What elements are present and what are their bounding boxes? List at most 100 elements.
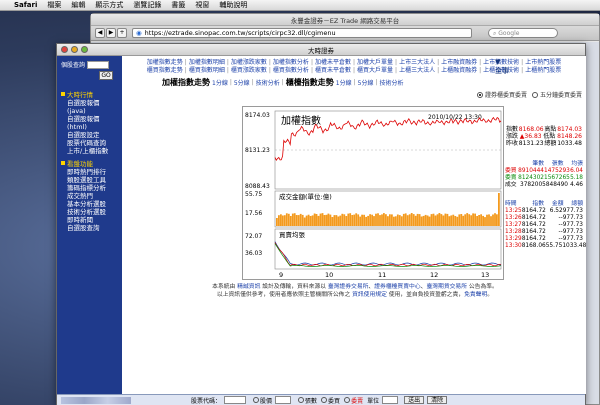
menu-view[interactable]: 顯示方式 <box>95 0 123 10</box>
otc-link[interactable]: 櫃買未平倉數 <box>315 67 351 75</box>
tick-row: 13:25 8164.72 6.52 977.73 <box>504 208 584 215</box>
tick-cell: 55.75 <box>545 243 563 249</box>
twse-link[interactable]: 上市三大法人 <box>399 59 435 67</box>
col-header: 張數 <box>551 161 564 167</box>
twse-link[interactable]: 上市熱門股票 <box>525 59 561 67</box>
unit-input[interactable] <box>382 396 399 404</box>
otc-link[interactable]: 櫃買指數分析 <box>273 67 309 75</box>
add-bookmark-button[interactable]: + <box>117 28 127 38</box>
sidebar-item[interactable]: 即時新聞 <box>61 216 118 224</box>
zoom-button[interactable] <box>81 46 88 53</box>
menu-history[interactable]: 瀏覽記錄 <box>133 0 161 10</box>
twse-link[interactable]: 加權指數分析 <box>273 59 309 67</box>
otc-link[interactable]: 上櫃熱門股票 <box>525 67 561 75</box>
clear-button[interactable]: 清除 <box>427 396 448 404</box>
twse-link[interactable]: 加權指數明細 <box>189 59 225 67</box>
menu-file[interactable]: 檔案 <box>47 0 61 10</box>
volume-bar <box>393 216 395 226</box>
unit-label: 單位 <box>367 397 380 405</box>
volume-bar <box>301 214 304 226</box>
sidebar-item[interactable]: 上市/上櫃指數 <box>61 147 118 155</box>
sidebar-item[interactable]: 自選股設定 <box>61 131 118 139</box>
col-header: 指數 <box>532 201 544 207</box>
radio-option-2[interactable]: 五分鐘委買委賣 <box>531 90 582 99</box>
quote-search-row: 個股查詢 <box>61 60 118 69</box>
taiex-1min-link[interactable]: 1分線 <box>212 78 228 87</box>
popup-titlebar: 大時證券 <box>57 44 585 56</box>
twse-link[interactable]: 加權未平倉數 <box>315 59 351 67</box>
search-input[interactable]: ⌕ Google <box>488 28 558 38</box>
twse-link[interactable]: 加權漲跌家數 <box>231 59 267 67</box>
volume-bar <box>458 214 461 226</box>
provider-link[interactable]: 精誠資訊 <box>237 284 260 290</box>
link-separator: | <box>521 59 524 66</box>
sidebar-item[interactable]: 類股選股工具 <box>61 176 118 184</box>
sidebar-item[interactable]: 籌碼指標分析 <box>61 184 118 192</box>
taiex-tech-link[interactable]: 技術分析 <box>256 78 280 87</box>
sidebar-item[interactable]: 股票代碼查詢 <box>61 139 118 147</box>
back-button[interactable]: ◀ <box>95 28 105 38</box>
volume-bar <box>422 215 425 226</box>
row-label: 委賣 <box>505 175 517 181</box>
otc-5min-link[interactable]: 5分線 <box>358 78 374 87</box>
volume-bar <box>285 213 288 226</box>
sidebar-item[interactable]: 自選股查詢 <box>61 224 118 232</box>
otc-link[interactable]: 櫃買漲跌家數 <box>231 67 267 75</box>
link-separator: | <box>353 79 356 86</box>
note-line-1: 本系統由 精誠資訊 設計及傳輸，資料來源以 臺灣證券交易所、證券櫃檯買賣中心、臺… <box>130 283 580 291</box>
volume-bar <box>369 214 371 226</box>
radio-price-icon[interactable] <box>253 397 260 403</box>
quote-search-input[interactable] <box>87 60 110 69</box>
sidebar-item[interactable]: 自選股報價(html) <box>61 115 118 131</box>
volume-bar <box>462 215 465 226</box>
close-button[interactable] <box>61 46 68 53</box>
twse-link[interactable]: 加權指數走勢 <box>147 59 183 67</box>
otc-link[interactable]: 上櫃融資融券 <box>441 67 477 75</box>
sidebar-item[interactable]: 自選股報價(java) <box>61 99 118 115</box>
otc-link[interactable]: 櫃買指數明細 <box>189 67 225 75</box>
taiex-trend-title[interactable]: 加權指數走勢 <box>162 77 210 88</box>
menu-app-name[interactable]: Safari <box>14 1 37 9</box>
menu-help[interactable]: 輔助說明 <box>219 0 247 10</box>
menu-window[interactable]: 視窗 <box>195 0 209 10</box>
menu-bookmarks[interactable]: 書籤 <box>171 0 185 10</box>
disclaimer-link[interactable]: 免責聲明 <box>464 292 487 298</box>
volume-bar <box>383 213 385 226</box>
popup-title: 大時證券 <box>308 46 334 55</box>
otc-link[interactable]: 證券櫃檯買賣中心 <box>374 284 420 290</box>
twse-link[interactable]: 上市融資融券 <box>441 59 477 67</box>
otc-link[interactable]: 上櫃三大法人 <box>399 67 435 75</box>
radio-buy-icon[interactable] <box>321 397 328 403</box>
cell: 4.46 <box>570 182 583 188</box>
sidebar-item[interactable]: 基本分析選股 <box>61 200 118 208</box>
volume-bar <box>353 214 356 226</box>
otc-link[interactable]: 櫃買大戶單量 <box>357 67 393 75</box>
sidebar-item[interactable]: 成交熱門 <box>61 192 118 200</box>
forward-button[interactable]: ▶ <box>106 28 116 38</box>
otc-link[interactable]: 櫃買指數走勢 <box>147 67 183 75</box>
radio-qty-icon[interactable] <box>298 397 305 403</box>
taifex-link[interactable]: 臺灣期貨交易所 <box>426 284 467 290</box>
link-separator: | <box>352 66 356 74</box>
usage-rules-link[interactable]: 資訊使用規定 <box>352 292 387 298</box>
sidebar-item[interactable]: 技術分析選股 <box>61 208 118 216</box>
otc-1min-link[interactable]: 1分線 <box>336 78 352 87</box>
address-bar[interactable]: ◉ https://eztrade.sinopac.com.tw/scripts… <box>132 28 472 38</box>
price-input[interactable] <box>275 396 292 404</box>
order-row-deal: 成交 3782005 848490 4.46 <box>504 182 584 189</box>
menu-edit[interactable]: 編輯 <box>71 0 85 10</box>
stock-code-input[interactable] <box>224 396 247 404</box>
taiex-5min-link[interactable]: 5分線 <box>234 78 250 87</box>
sidebar-item[interactable]: 即時熱門排行 <box>61 168 118 176</box>
radio-sell-icon[interactable] <box>344 397 351 403</box>
otc-trend-title[interactable]: 櫃檯指數走勢 <box>286 77 334 88</box>
send-button[interactable]: 送出 <box>404 396 425 404</box>
twse-link[interactable]: 臺灣證券交易所 <box>328 284 369 290</box>
twse-link[interactable]: 加權大戶單量 <box>357 59 393 67</box>
link-separator: | <box>226 66 229 74</box>
otc-tech-link[interactable]: 技術分析 <box>379 78 403 87</box>
volume-bar <box>317 215 320 226</box>
go-button[interactable]: GO <box>99 71 113 80</box>
volume-bar <box>325 214 328 226</box>
minimize-button[interactable] <box>71 46 78 53</box>
